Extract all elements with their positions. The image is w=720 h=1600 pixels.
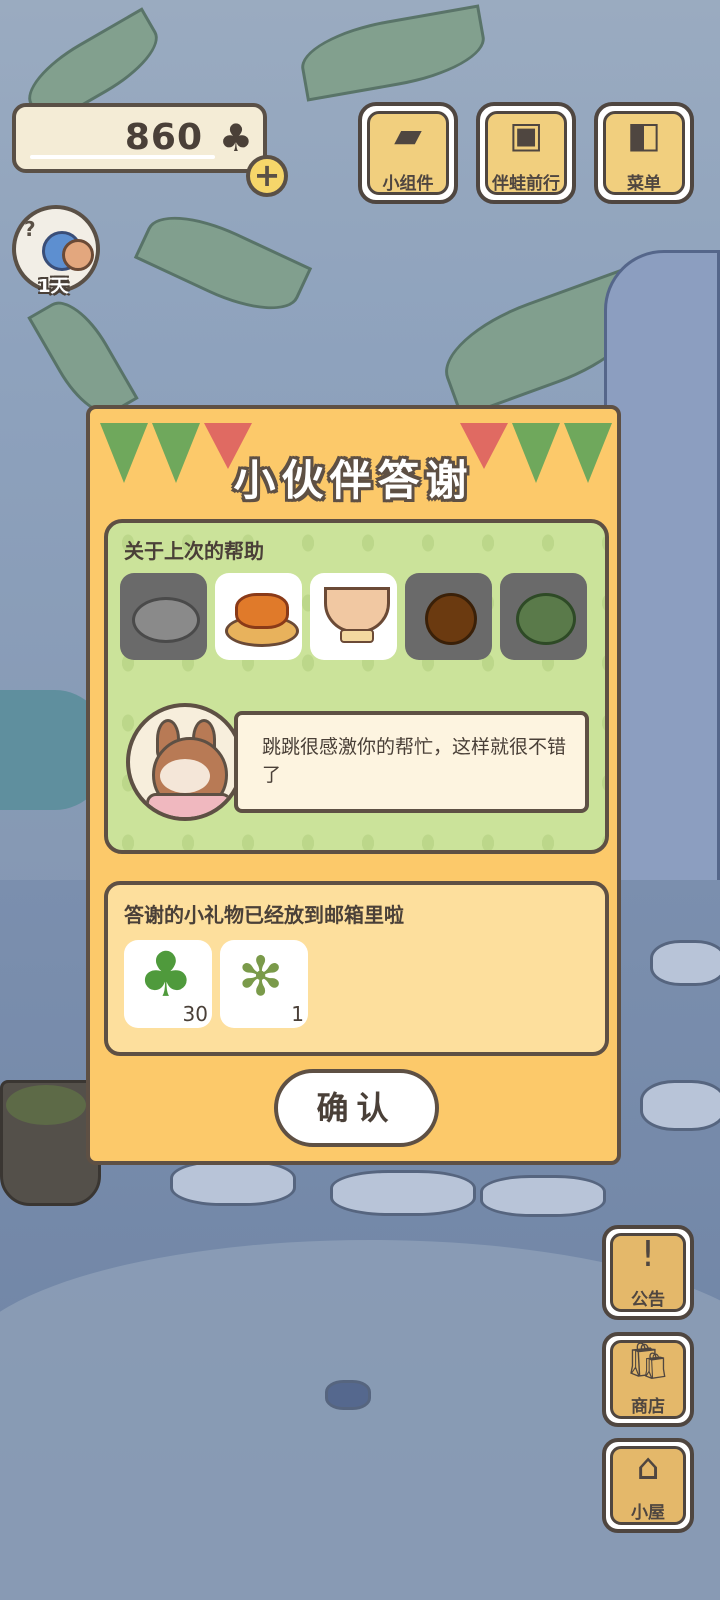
rock (170, 1160, 296, 1206)
frog-journey-icon: ▣ (508, 115, 544, 156)
gift-panel: 答谢的小礼物已经放到邮箱里啦 ♣ 30 ✻ 1 (104, 881, 609, 1056)
widget-button-label: 小组件 (382, 174, 434, 194)
clover-gift-icon: ♣ (138, 938, 194, 1011)
confirm-button[interactable]: 确认 (274, 1069, 439, 1147)
rock (640, 1080, 720, 1131)
food-item-fried-snack[interactable] (215, 573, 302, 660)
help-section-title: 关于上次的帮助 (124, 539, 264, 563)
food-item-cabbage[interactable] (500, 573, 587, 660)
rock (330, 1170, 476, 1216)
food-item-soup-bowl[interactable] (310, 573, 397, 660)
house-icon: ⌂ (636, 1447, 660, 1488)
house-button[interactable]: ⌂ 小屋 (602, 1438, 694, 1533)
thanks-message: 跳跳很感激你的帮忙，这样就很不错了 (262, 736, 567, 786)
companion-icon (62, 239, 94, 271)
shop-icon: 🛍 (625, 1341, 671, 1382)
speech-bubble: 跳跳很感激你的帮忙，这样就很不错了 (234, 711, 589, 813)
food-row (120, 573, 600, 663)
rock (480, 1175, 606, 1217)
rock (650, 940, 720, 986)
gift-quantity: 30 (182, 1002, 208, 1026)
frog-journey-button[interactable]: ▣ 伴蛙前行 (476, 102, 576, 204)
notice-button-label: 公告 (631, 1290, 665, 1310)
squirrel-scarf (146, 793, 232, 817)
house-button-label: 小屋 (631, 1503, 665, 1523)
pot-moss (6, 1085, 86, 1125)
counter-underline (30, 155, 215, 159)
clover-counter: 860 ♣ (12, 103, 267, 173)
menu-button[interactable]: ◧ 菜单 (594, 102, 694, 204)
food-item-stir-fry[interactable] (120, 573, 207, 660)
clover-icon: ♣ (218, 116, 253, 160)
add-clover-button[interactable]: + (246, 155, 288, 197)
herb-sprig-icon: ✻ (238, 945, 284, 1008)
shop-button[interactable]: 🛍 商店 (602, 1332, 694, 1427)
thanks-dialog: 小伙伴答谢 关于上次的帮助 跳跳很感激你的帮忙，这样就很不错了 答谢的小礼物已经… (86, 405, 621, 1165)
gift-section-title: 答谢的小礼物已经放到邮箱里啦 (124, 903, 404, 927)
menu-icon: ◧ (626, 115, 662, 156)
gift-item-herb[interactable]: ✻ 1 (220, 940, 308, 1028)
help-panel: 关于上次的帮助 跳跳很感激你的帮忙，这样就很不错了 (104, 519, 609, 854)
menu-button-label: 菜单 (627, 174, 661, 194)
days-label: 1天 (38, 276, 69, 297)
widget-icon: ▰ (394, 115, 422, 156)
widget-button[interactable]: ▰ 小组件 (358, 102, 458, 204)
shop-button-label: 商店 (631, 1397, 665, 1417)
rock-wall (604, 250, 720, 906)
gift-quantity: 1 (291, 1002, 304, 1026)
dialog-title: 小伙伴答谢 (233, 456, 474, 505)
notice-icon: ! (640, 1234, 656, 1275)
squirrel-face (160, 759, 210, 793)
rock (325, 1380, 371, 1410)
clover-count: 860 (124, 117, 203, 158)
frog-journey-button-label: 伴蛙前行 (492, 174, 560, 194)
food-item-orange[interactable] (405, 573, 492, 660)
squirrel-avatar (126, 703, 244, 821)
gift-item-clover[interactable]: ♣ 30 (124, 940, 212, 1028)
notice-button[interactable]: ! 公告 (602, 1225, 694, 1320)
question-mark-icon: ? (24, 217, 36, 241)
